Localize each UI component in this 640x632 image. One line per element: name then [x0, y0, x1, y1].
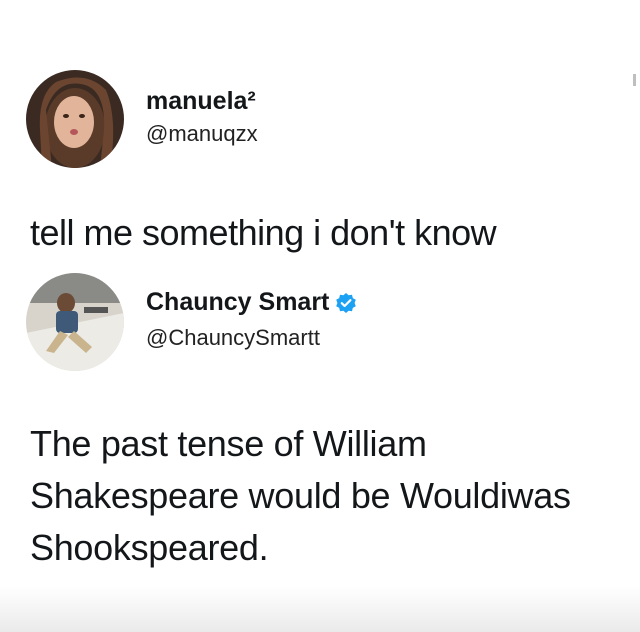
display-name[interactable]: Chauncy Smart — [146, 288, 329, 317]
tweet-text: tell me something i don't know — [30, 212, 497, 253]
avatar-manuela[interactable] — [26, 70, 124, 168]
scrollbar-indicator — [633, 74, 636, 86]
author-name-row: manuela² — [146, 87, 256, 116]
user-handle[interactable]: @ChauncySmartt — [146, 325, 320, 351]
avatar-chauncy-image — [26, 273, 124, 371]
avatar-manuela-image — [26, 70, 124, 168]
bottom-shadow — [0, 586, 640, 632]
tweet-text: The past tense of William Shakespeare wo… — [30, 423, 571, 568]
author-name-row: Chauncy Smart — [146, 288, 357, 317]
avatar-chauncy[interactable] — [26, 273, 124, 371]
display-name[interactable]: manuela² — [146, 87, 256, 116]
user-handle[interactable]: @manuqzx — [146, 121, 258, 147]
verified-badge-icon — [335, 292, 357, 314]
